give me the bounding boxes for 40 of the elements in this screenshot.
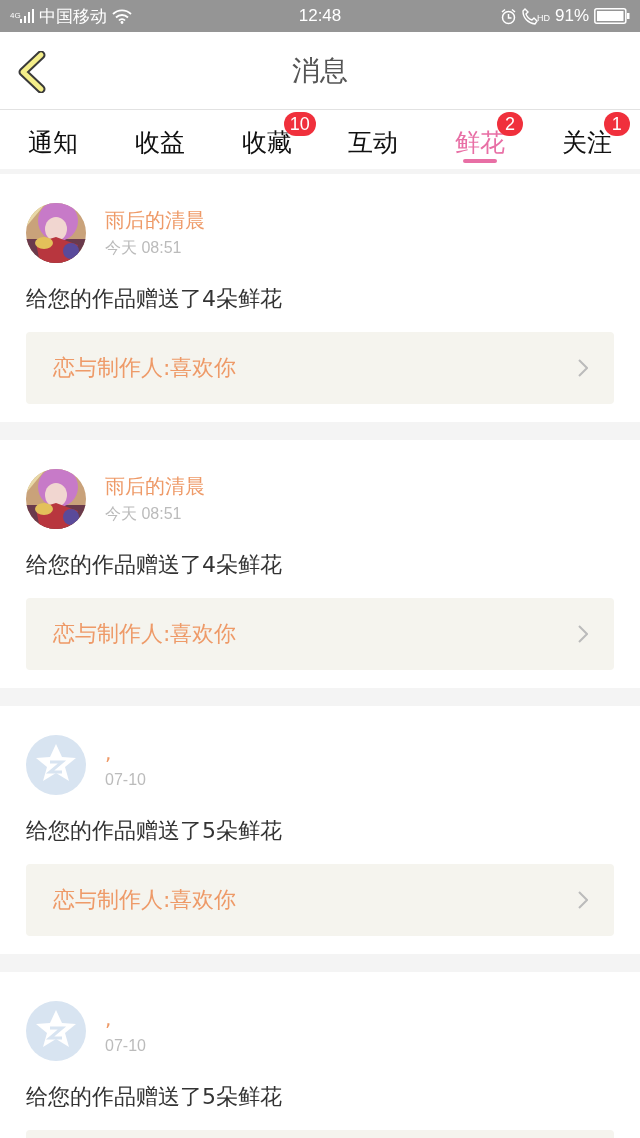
message-time: 07-10 <box>105 1037 146 1055</box>
clock-time: 12:48 <box>298 6 342 25</box>
tab-underline <box>463 159 497 163</box>
page-title: 消息 <box>292 52 348 89</box>
tab[interactable]: 互动 <box>348 123 399 163</box>
tab[interactable]: 收益 <box>135 123 185 163</box>
sender-name[interactable]: 雨后的清晨 <box>105 473 205 498</box>
wifi-icon <box>111 8 132 24</box>
network-label: 4G <box>10 10 21 20</box>
message-text: 给您的作品赠送了5朵鲜花 <box>26 1083 283 1111</box>
work-link[interactable]: 恋与制作人:喜欢你 <box>26 332 614 404</box>
work-title: 恋与制作人:喜欢你 <box>53 354 237 382</box>
work-title: 恋与制作人:喜欢你 <box>53 620 237 648</box>
work-link[interactable]: 恋与制作人:喜欢你 <box>26 598 614 670</box>
tab[interactable]: 通知 <box>28 123 79 163</box>
phone-icon <box>522 7 538 25</box>
message-time: 今天 08:51 <box>105 503 183 524</box>
work-link[interactable]: 恋与制作人:喜欢你 <box>26 864 614 936</box>
battery-icon <box>594 8 630 24</box>
message-time: 07-10 <box>105 771 146 789</box>
sender-name[interactable]: , <box>105 741 146 765</box>
message-text: 给您的作品赠送了5朵鲜花 <box>26 817 283 845</box>
alarm-icon <box>500 7 517 25</box>
work-title: 恋与制作人:喜欢你 <box>53 886 237 914</box>
message-text: 给您的作品赠送了4朵鲜花 <box>26 551 283 579</box>
carrier-label: 中国移动 <box>38 5 107 28</box>
back-icon[interactable] <box>17 51 47 93</box>
default-avatar-icon <box>26 735 86 795</box>
battery-percent: 91% <box>555 6 589 26</box>
chevron-right-icon <box>578 359 588 377</box>
chevron-right-icon <box>578 625 588 643</box>
message-text: 给您的作品赠送了4朵鲜花 <box>26 285 283 313</box>
default-avatar-icon <box>26 1001 86 1061</box>
count-badge: 1 <box>603 112 630 136</box>
hd-label: HD <box>537 13 550 23</box>
signal-icon <box>19 9 34 23</box>
sender-name[interactable]: 雨后的清晨 <box>105 207 205 232</box>
sender-name[interactable]: , <box>105 1007 146 1031</box>
chevron-right-icon <box>578 891 588 909</box>
message-time: 今天 08:51 <box>105 237 183 258</box>
